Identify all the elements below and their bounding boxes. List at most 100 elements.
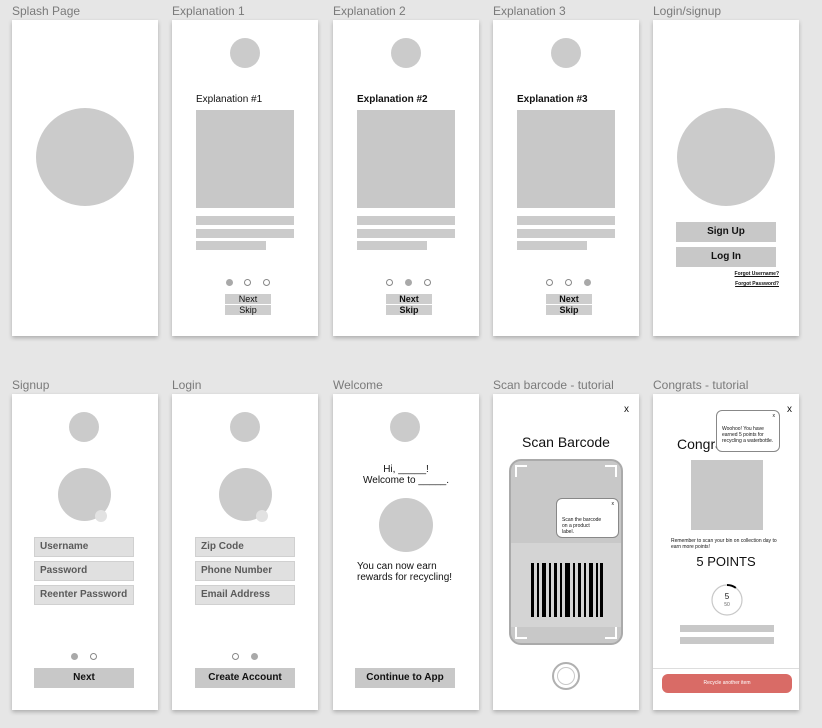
image-placeholder xyxy=(357,110,455,208)
explanation-2-frame: Explanation #2 Next Skip xyxy=(333,20,479,336)
shutter-button[interactable] xyxy=(552,662,580,690)
signup-frame: Username Password Reenter Password Next xyxy=(12,394,158,710)
item-image xyxy=(691,460,763,530)
frame-label-exp2: Explanation 2 xyxy=(333,4,406,18)
page-dot-1[interactable] xyxy=(232,653,239,660)
text-line xyxy=(517,216,615,225)
text-line xyxy=(196,241,266,250)
sign-up-button[interactable]: Sign Up xyxy=(676,222,776,242)
skip-button[interactable]: Skip xyxy=(386,305,432,315)
frame-label-splash: Splash Page xyxy=(12,4,81,18)
splash-frame xyxy=(12,20,158,336)
page-dot-3[interactable] xyxy=(263,279,270,286)
frame-label-loginsignup: Login/signup xyxy=(653,4,722,18)
page-dot-1[interactable] xyxy=(386,279,393,286)
explanation-3-frame: Explanation #3 Next Skip xyxy=(493,20,639,336)
email-address-field[interactable]: Email Address xyxy=(195,585,295,605)
explanation-1-frame: Explanation #1 Next Skip xyxy=(172,20,318,336)
next-button[interactable]: Next xyxy=(34,668,134,688)
create-account-button[interactable]: Create Account xyxy=(195,668,295,688)
logo-small xyxy=(390,412,420,442)
logo-small xyxy=(391,38,421,68)
image-placeholder xyxy=(517,110,615,208)
page-dot-1[interactable] xyxy=(71,653,78,660)
page-dot-2[interactable] xyxy=(244,279,251,286)
skip-button[interactable]: Skip xyxy=(546,305,592,315)
continue-to-app-button[interactable]: Continue to App xyxy=(355,668,455,688)
login-frame: Zip Code Phone Number Email Address Crea… xyxy=(172,394,318,710)
next-button[interactable]: Next xyxy=(225,294,271,304)
logo-small xyxy=(230,38,260,68)
close-icon[interactable]: x xyxy=(624,404,629,415)
page-dot-3[interactable] xyxy=(424,279,431,286)
image-placeholder xyxy=(196,110,294,208)
page-dot-3[interactable] xyxy=(584,279,591,286)
text-line xyxy=(680,625,774,632)
viewfinder-corner xyxy=(605,465,617,477)
recycle-another-item-button[interactable]: Recycle another item xyxy=(662,674,792,693)
forgot-username-link[interactable]: Forgot Username? xyxy=(735,271,779,277)
zip-code-field[interactable]: Zip Code xyxy=(195,537,295,557)
text-line xyxy=(357,241,427,250)
text-line xyxy=(357,216,455,225)
tooltip-text: Woohoo! You have earned 5 points for rec… xyxy=(722,426,774,444)
password-field[interactable]: Password xyxy=(34,561,134,581)
points-earned: 5 POINTS xyxy=(696,554,756,569)
forgot-password-link[interactable]: Forgot Password? xyxy=(735,281,779,287)
text-line xyxy=(357,229,455,238)
tooltip-close-icon[interactable]: x xyxy=(773,413,776,419)
welcome-frame: Hi, _____! Welcome to _____. You can now… xyxy=(333,394,479,710)
app-logo xyxy=(677,108,775,206)
page-dot-2[interactable] xyxy=(565,279,572,286)
page-dot-1[interactable] xyxy=(226,279,233,286)
explanation-heading: Explanation #2 xyxy=(357,94,428,105)
phone-number-field[interactable]: Phone Number xyxy=(195,561,295,581)
explanation-heading: Explanation #3 xyxy=(517,94,588,105)
text-line xyxy=(517,229,615,238)
welcome-message: You can now earn rewards for recycling! xyxy=(357,561,453,583)
shutter-button-inner xyxy=(557,667,575,685)
scan-barcode-title: Scan Barcode xyxy=(522,434,610,450)
text-line xyxy=(680,637,774,644)
frame-label-congrats: Congrats - tutorial xyxy=(653,378,749,392)
progress-value: 5 xyxy=(724,592,730,601)
frame-label-scan: Scan barcode - tutorial xyxy=(493,378,614,392)
viewfinder-corner xyxy=(605,627,617,639)
reminder-text: Remember to scan your bin on collection … xyxy=(671,538,777,550)
splash-logo xyxy=(36,108,134,206)
close-icon[interactable]: x xyxy=(787,404,792,415)
page-dot-2[interactable] xyxy=(90,653,97,660)
text-line xyxy=(517,241,587,250)
next-button[interactable]: Next xyxy=(546,294,592,304)
logo-small xyxy=(230,412,260,442)
next-button[interactable]: Next xyxy=(386,294,432,304)
avatar-edit-icon[interactable] xyxy=(95,510,107,522)
tooltip-close-icon[interactable]: x xyxy=(612,501,615,507)
logo-small xyxy=(69,412,99,442)
tutorial-tooltip: x Scan the barcode on a product label. xyxy=(556,498,619,538)
text-line xyxy=(196,229,294,238)
scan-barcode-tutorial-frame: x Scan Barcode x Scan the barcode on a p… xyxy=(493,394,639,710)
username-field[interactable]: Username xyxy=(34,537,134,557)
explanation-heading: Explanation #1 xyxy=(196,94,263,105)
text-line xyxy=(196,216,294,225)
frame-label-exp3: Explanation 3 xyxy=(493,4,566,18)
logo-small xyxy=(551,38,581,68)
page-dot-2[interactable] xyxy=(405,279,412,286)
page-dot-2[interactable] xyxy=(251,653,258,660)
log-in-button[interactable]: Log In xyxy=(676,247,776,267)
progress-total: 50 xyxy=(724,602,730,608)
reenter-password-field[interactable]: Reenter Password xyxy=(34,585,134,605)
welcome-image xyxy=(379,498,433,552)
frame-label-login: Login xyxy=(172,378,202,392)
frame-label-signup: Signup xyxy=(12,378,50,392)
barcode-icon xyxy=(531,563,603,617)
avatar-edit-icon[interactable] xyxy=(256,510,268,522)
page-dot-1[interactable] xyxy=(546,279,553,286)
tooltip-text: Scan the barcode on a product label. xyxy=(562,517,602,535)
tutorial-tooltip: x Woohoo! You have earned 5 points for r… xyxy=(716,410,780,452)
skip-button[interactable]: Skip xyxy=(225,305,271,315)
greeting-line-1: Hi, _____! xyxy=(383,464,429,475)
greeting-line-2: Welcome to _____. xyxy=(363,475,449,486)
viewfinder-corner xyxy=(515,627,527,639)
